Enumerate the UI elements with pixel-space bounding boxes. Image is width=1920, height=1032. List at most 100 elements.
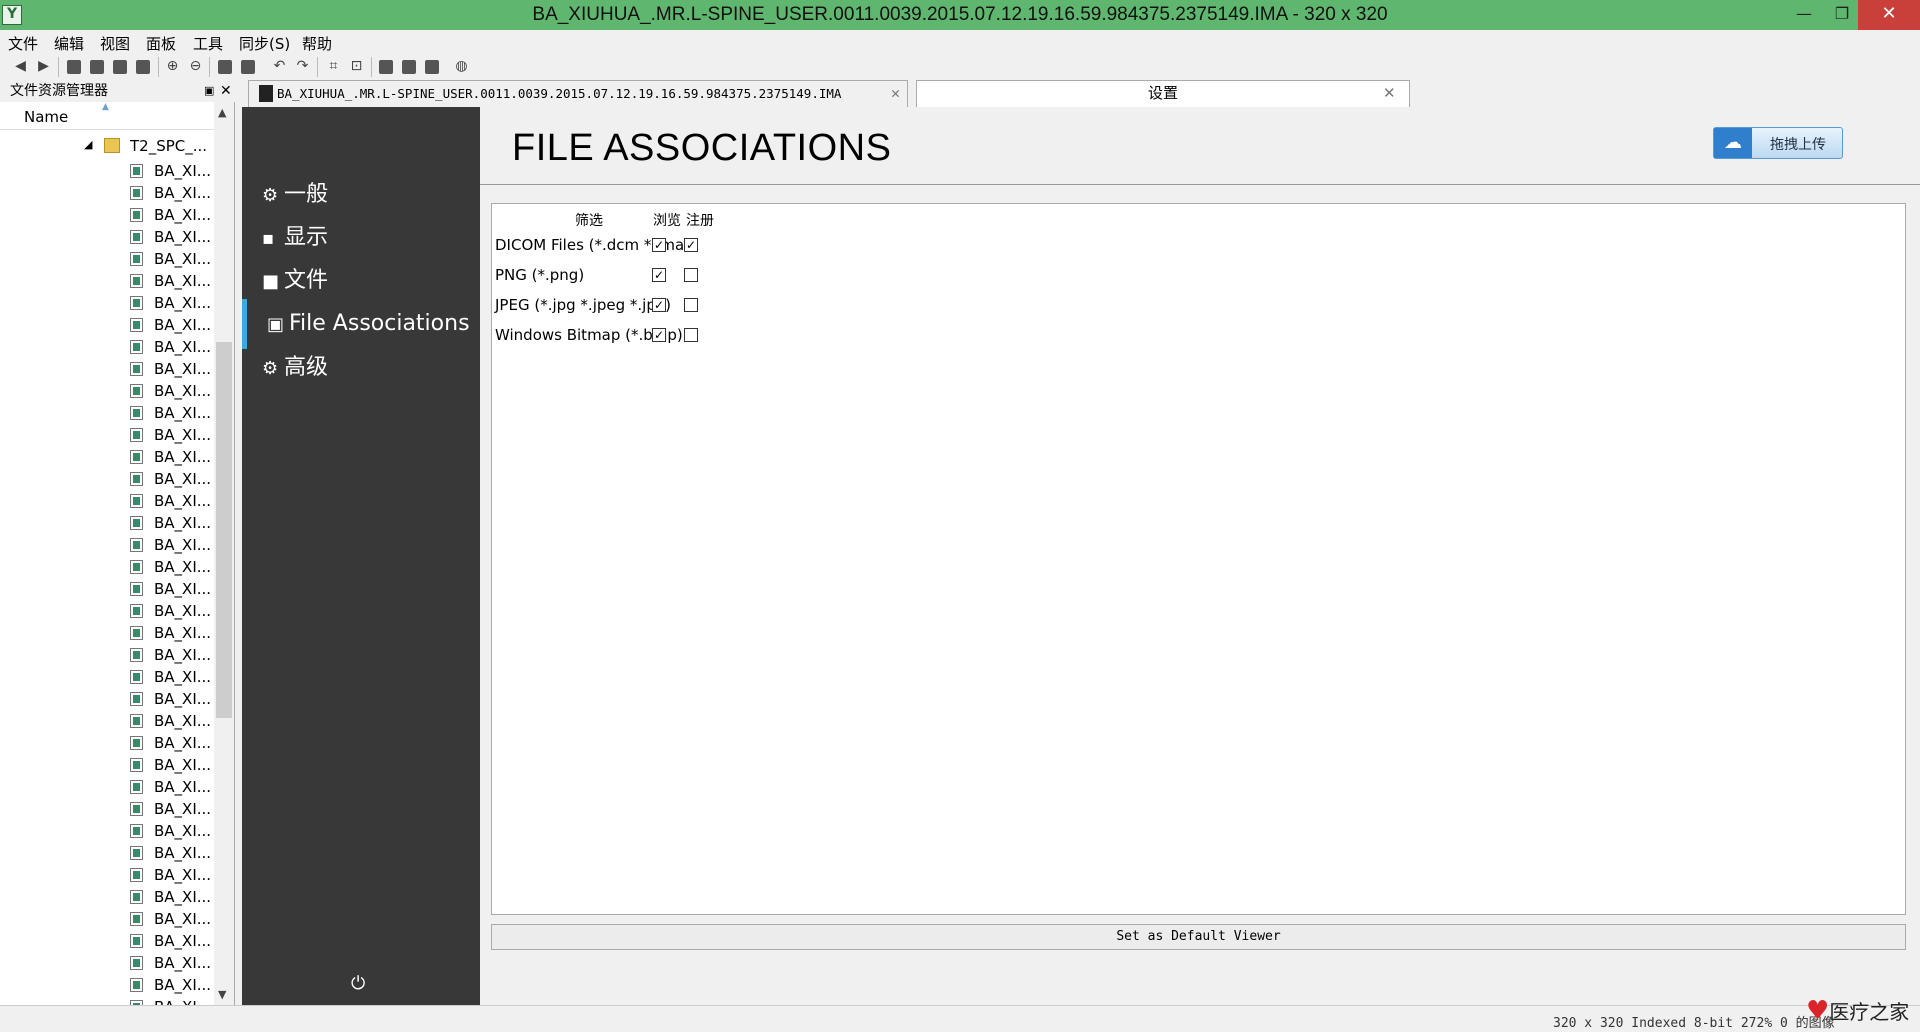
close-tab-icon[interactable]: ✕ xyxy=(1383,81,1396,106)
register-checkbox[interactable] xyxy=(684,268,698,282)
dicom-file-icon xyxy=(130,956,143,970)
list-item[interactable]: BA_XI... xyxy=(130,886,214,908)
menu-file[interactable]: 文件 xyxy=(8,33,38,54)
scroll-down-icon[interactable]: ▼ xyxy=(218,988,226,1001)
save-icon[interactable] xyxy=(113,60,127,74)
list-item[interactable]: BA_XI... xyxy=(130,248,214,270)
menu-view[interactable]: 视图 xyxy=(100,33,130,54)
scrollbar-thumb[interactable] xyxy=(216,342,232,718)
power-icon[interactable]: ⏻ xyxy=(351,973,365,994)
forward-arrow-icon[interactable]: ▶ xyxy=(35,58,52,75)
zoom-out-icon[interactable]: ⊖ xyxy=(187,58,204,75)
register-checkbox[interactable]: ✓ xyxy=(684,238,698,252)
rotate-left-icon[interactable]: ↶ xyxy=(271,58,288,75)
slideshow-icon[interactable] xyxy=(402,60,416,74)
set-default-viewer-button[interactable]: Set as Default Viewer xyxy=(491,924,1906,950)
folder-icon xyxy=(104,138,120,153)
list-item[interactable]: BA_XI... xyxy=(130,908,214,930)
open-file-icon[interactable] xyxy=(67,60,81,74)
list-item[interactable]: BA_XI... xyxy=(130,314,214,336)
close-window-button[interactable]: ✕ xyxy=(1858,0,1920,30)
list-item[interactable]: BA_XI... xyxy=(130,380,214,402)
list-item[interactable]: BA_XI... xyxy=(130,864,214,886)
expand-arrow-icon[interactable]: ◢ xyxy=(84,138,92,151)
nav-file-associations[interactable]: ▣ File Associations xyxy=(242,299,480,349)
list-item[interactable]: BA_XI... xyxy=(130,160,214,182)
list-item[interactable]: BA_XI... xyxy=(130,974,214,996)
browse-checkbox[interactable]: ✓ xyxy=(652,298,666,312)
back-arrow-icon[interactable]: ◀ xyxy=(12,58,29,75)
table-row: PNG (*.png) ✓ xyxy=(492,260,1907,290)
list-item[interactable]: BA_XI... xyxy=(130,930,214,952)
list-item[interactable]: BA_XI... xyxy=(130,820,214,842)
float-panel-icon[interactable]: ▣ xyxy=(204,80,214,102)
list-item[interactable]: BA_XI... xyxy=(130,952,214,974)
list-item[interactable]: BA_XI... xyxy=(130,688,214,710)
nav-display-label: 显示 xyxy=(284,225,329,250)
list-item[interactable]: BA_XI... xyxy=(130,270,214,292)
table-row: Windows Bitmap (*.bmp) ✓ xyxy=(492,320,1907,350)
zoom-in-icon[interactable]: ⊕ xyxy=(164,58,181,75)
upload-button[interactable]: ☁ 拖拽上传 xyxy=(1713,127,1843,159)
tab-settings[interactable]: 设置 ✕ xyxy=(916,80,1410,107)
list-item[interactable]: BA_XI... xyxy=(130,666,214,688)
maximize-button[interactable]: ❐ xyxy=(1822,0,1862,30)
close-panel-icon[interactable]: ✕ xyxy=(220,80,232,102)
list-item[interactable]: BA_XI... xyxy=(130,754,214,776)
list-item[interactable]: BA_XI... xyxy=(130,468,214,490)
list-item[interactable]: BA_XI... xyxy=(130,644,214,666)
list-item[interactable]: BA_XI... xyxy=(130,710,214,732)
list-item[interactable]: BA_XI... xyxy=(130,204,214,226)
globe-icon[interactable]: ◍ xyxy=(453,58,470,75)
list-item[interactable]: BA_XI... xyxy=(130,600,214,622)
fullscreen-icon[interactable] xyxy=(379,60,393,74)
nav-advanced[interactable]: ⚙ 高级 xyxy=(242,343,480,393)
info-icon[interactable] xyxy=(425,60,439,74)
browse-checkbox[interactable]: ✓ xyxy=(652,328,666,342)
dicom-file-icon xyxy=(130,428,143,442)
list-item[interactable]: BA_XI... xyxy=(130,842,214,864)
paste-icon[interactable] xyxy=(241,60,255,74)
dicom-file-icon xyxy=(130,868,143,882)
close-tab-icon[interactable]: ✕ xyxy=(891,81,900,106)
menu-edit[interactable]: 编辑 xyxy=(54,33,84,54)
list-item[interactable]: BA_XI... xyxy=(130,402,214,424)
list-item[interactable]: BA_XI... xyxy=(130,182,214,204)
filter-icon[interactable] xyxy=(136,60,150,74)
file-label: BA_XI... xyxy=(154,514,212,532)
browse-checkbox[interactable]: ✓ xyxy=(652,238,666,252)
list-item[interactable]: BA_XI... xyxy=(130,622,214,644)
register-checkbox[interactable] xyxy=(684,328,698,342)
menu-sync[interactable]: 同步(S) xyxy=(239,33,290,54)
list-item[interactable]: BA_XI... xyxy=(130,336,214,358)
list-item[interactable]: BA_XI... xyxy=(130,798,214,820)
list-item[interactable]: BA_XI... xyxy=(130,732,214,754)
scroll-up-icon[interactable]: ▲ xyxy=(218,106,226,119)
list-item[interactable]: BA_XI... xyxy=(130,512,214,534)
list-item[interactable]: BA_XI... xyxy=(130,534,214,556)
minimize-button[interactable]: — xyxy=(1784,0,1824,30)
list-item[interactable]: BA_XI... xyxy=(130,446,214,468)
open-folder-icon[interactable] xyxy=(90,60,104,74)
browse-checkbox[interactable]: ✓ xyxy=(652,268,666,282)
list-item[interactable]: BA_XI... xyxy=(130,556,214,578)
file-label: BA_XI... xyxy=(154,360,212,378)
list-item[interactable]: BA_XI... xyxy=(130,358,214,380)
menu-help[interactable]: 帮助 xyxy=(302,33,332,54)
list-item[interactable]: BA_XI... xyxy=(130,490,214,512)
rotate-right-icon[interactable]: ↷ xyxy=(294,58,311,75)
menu-tools[interactable]: 工具 xyxy=(193,33,223,54)
list-item[interactable]: BA_XI... xyxy=(130,292,214,314)
list-item[interactable]: BA_XI... xyxy=(130,424,214,446)
copy-icon[interactable] xyxy=(218,60,232,74)
menu-panel[interactable]: 面板 xyxy=(146,33,176,54)
list-item[interactable]: BA_XI... xyxy=(130,226,214,248)
list-item[interactable]: BA_XI... xyxy=(130,578,214,600)
crop-icon[interactable]: ⌗ xyxy=(325,58,342,75)
fit-icon[interactable]: ⊡ xyxy=(348,58,365,75)
register-checkbox[interactable] xyxy=(684,298,698,312)
name-column-header[interactable]: ▲ Name xyxy=(0,102,214,130)
tab-image[interactable]: BA_XIUHUA_.MR.L-SPINE_USER.0011.0039.201… xyxy=(248,80,908,107)
list-item[interactable]: BA_XI... xyxy=(130,776,214,798)
explorer-scrollbar[interactable]: ▲ ▼ xyxy=(214,102,234,1005)
